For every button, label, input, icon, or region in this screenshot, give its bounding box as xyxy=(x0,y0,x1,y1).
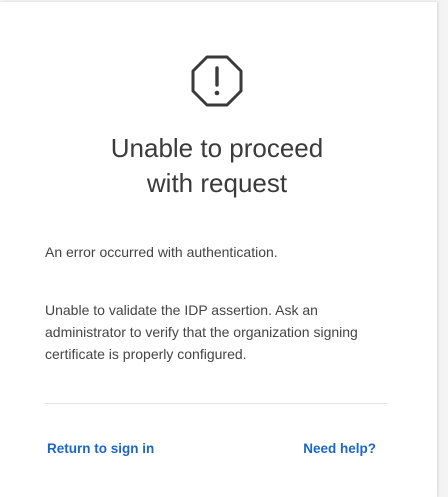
title-line-2: with request xyxy=(146,168,288,198)
error-detail: Unable to validate the IDP assertion. As… xyxy=(45,302,358,362)
divider xyxy=(45,403,387,404)
need-help-link[interactable]: Need help? xyxy=(303,441,376,456)
title-line-1: Unable to proceed xyxy=(110,133,324,163)
error-card: Unable to proceed with request An error … xyxy=(0,2,437,497)
error-summary: An error occurred with authentication. xyxy=(45,244,278,260)
page-title: Unable to proceed with request xyxy=(0,131,434,201)
warning-octagon-icon xyxy=(191,55,243,107)
return-to-sign-in-link[interactable]: Return to sign in xyxy=(47,441,154,456)
